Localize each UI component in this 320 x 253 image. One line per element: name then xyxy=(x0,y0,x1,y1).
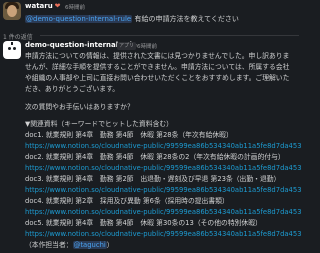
bot-message-time[interactable]: 6時間前 xyxy=(137,42,157,50)
bot-antenna xyxy=(11,42,13,45)
ref-link[interactable]: https://www.notion.so/cloudnative-public… xyxy=(25,163,302,174)
app-badge: アプリ xyxy=(117,42,137,50)
thread-view: wataru ❤ 6時間前 @demo-question-internal-ru… xyxy=(0,0,302,253)
ref-link[interactable]: https://www.notion.so/cloudnative-public… xyxy=(25,185,302,196)
answer-line-3: や組織の人事部や上司に直接お問い合わせいただくことをおすすめします。ご理解いた xyxy=(25,74,290,82)
owner-mention[interactable]: @taguchi xyxy=(72,241,107,249)
bot-eye-left xyxy=(8,47,11,50)
ref-link[interactable]: https://www.notion.so/cloudnative-public… xyxy=(25,141,302,152)
owner-line: （本作担当者：@taguchi） xyxy=(25,240,299,251)
message-time[interactable]: 6時間前 xyxy=(65,3,85,11)
ref-title: doc1. 就業規則 第4章 勤務 第4節 休暇 第28条（年次有給休暇） xyxy=(25,131,233,139)
ref-title: doc4. 就業規則 第2章 採用及び異動 第6条（採用時の提出書類） xyxy=(25,197,229,205)
refs-heading: ▼関連資料（キーワードでヒットした資料含む） xyxy=(25,120,173,128)
bot-eye-right xyxy=(13,47,16,50)
bot-mention[interactable]: @demo-question-internal-rule xyxy=(25,15,133,23)
answer-line-2: せんが、詳細な手順を提供することができません。申請方法については、所属する会社 xyxy=(25,63,290,71)
owner-close: ） xyxy=(106,241,114,249)
question-body: 有給の申請方法を教えてください xyxy=(132,15,239,23)
ref-link[interactable]: https://www.notion.so/cloudnative-public… xyxy=(25,229,302,240)
user-name[interactable]: wataru xyxy=(25,2,53,10)
ref-link[interactable]: https://www.notion.so/cloudnative-public… xyxy=(25,207,302,218)
divider xyxy=(40,35,299,36)
ref-title: doc2. 就業規則 第4章 勤務 第4節 休暇 第28条の2（年次有給休暇の計… xyxy=(25,153,285,161)
question-text: @demo-question-internal-rule 有給の申請方法を教えて… xyxy=(25,14,239,24)
user-avatar[interactable] xyxy=(3,2,21,20)
follow-up-question: 次の質問やお手伝いはありますか？ xyxy=(25,103,134,111)
answer-line-4: だき、ありがとうございます。 xyxy=(25,85,119,93)
ref-title: doc3. 就業規則 第4章 勤務 第2節 出退勤・遅刻及び早退 第23条（出勤… xyxy=(25,175,281,183)
heart-robot-icon: ❤ xyxy=(54,2,61,10)
ref-title: doc5. 就業規則 第4章 勤務 第4節 休暇 第30条の13（その他の特別休… xyxy=(25,219,262,227)
reply-count: 1 件の返信 xyxy=(3,34,33,41)
owner-label: （本作担当者： xyxy=(25,241,73,249)
answer-line-1: 申請方法についての情報は、提供された文書には見つかりませんでした。申し訳ありま xyxy=(25,52,290,60)
bot-avatar[interactable] xyxy=(3,41,21,59)
avatar-face xyxy=(7,5,17,17)
